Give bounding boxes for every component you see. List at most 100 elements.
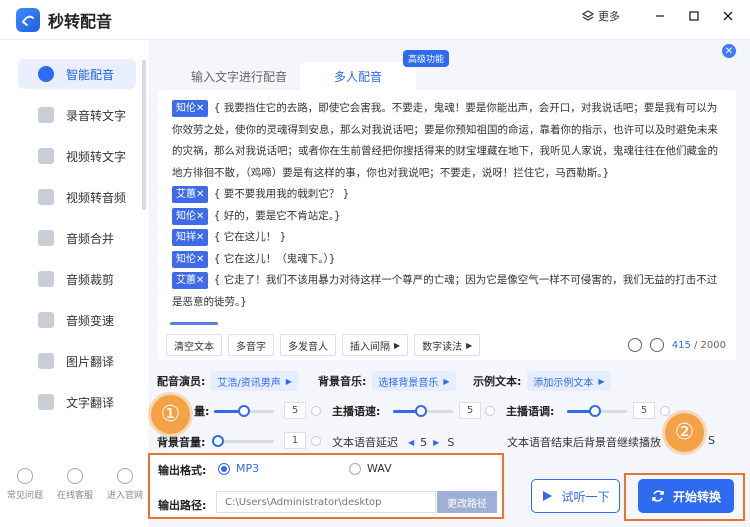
sidebar-item-label: 视频转文字 (66, 149, 127, 164)
official-site-link[interactable]: 进入官网 (107, 468, 143, 501)
sidebar-item-label: 图片翻译 (66, 354, 115, 369)
pitch-input[interactable]: 5 (633, 402, 655, 419)
close-panel-button[interactable]: ✕ (722, 44, 736, 58)
bg-volume-knob[interactable] (212, 435, 224, 447)
start-convert-button[interactable]: 开始转换 (638, 479, 734, 513)
maximize-button[interactable] (686, 8, 702, 24)
sidebar-bottom-links: 常见问题 在线客服 进入官网 (0, 468, 150, 501)
insert-pause-button[interactable]: 插入间隔 ▶ (342, 334, 409, 356)
format-mp3-option[interactable]: MP3 (218, 462, 259, 475)
bgm-value: 选择背景音乐 (378, 377, 439, 389)
tab-multi-voice[interactable]: 多人配音 (300, 62, 416, 90)
sample-select[interactable]: 添加示例文本 ▶ (527, 371, 611, 391)
speaker-tag[interactable]: 知伦✕ (172, 100, 209, 117)
sidebar-item-audio-cut[interactable]: 音频裁剪 (18, 264, 136, 294)
speed-input[interactable]: 5 (459, 402, 481, 419)
app-title: 秒转配音 (48, 11, 113, 31)
speed-knob[interactable] (415, 405, 427, 417)
mp3-label: MP3 (236, 462, 260, 475)
line-text: { 要不要我用我的戟刺它？ } (213, 188, 350, 200)
script-line: 艾蕙✕ { 它走了！我们不该用暴力对待这样一个尊严的亡魂；因为它是像空气一样不可… (172, 270, 724, 313)
format-wav-option[interactable]: WAV (349, 462, 392, 475)
line-text: { 好的，要是它不肯站定。} (213, 209, 341, 222)
more-button[interactable]: 更多 (582, 8, 620, 24)
line-text: { 我要挡住它的去路，即使它会害我。不要走，鬼魂！要是你能出声，会开口，对我说话… (172, 102, 718, 179)
change-path-button[interactable]: 更改路径 (437, 491, 497, 513)
voice-select[interactable]: 艾浩/资讯男声 ▶ (211, 371, 298, 391)
tool-label: 清空文本 (174, 341, 214, 353)
sidebar-item-video-to-audio[interactable]: 视频转音频 (18, 182, 136, 212)
sidebar-item-audio-speed[interactable]: 音频变速 (18, 305, 136, 335)
speaker-tag[interactable]: 知祥✕ (172, 229, 209, 246)
wav-radio[interactable] (349, 462, 361, 475)
volume-knob[interactable] (238, 405, 250, 417)
delay-increase-icon[interactable]: ▶ (433, 438, 439, 447)
more-label: 更多 (598, 10, 620, 23)
continue-setting: 文本语音结束后背景音继续播放 (507, 434, 661, 450)
sidebar-item-label: 音频变速 (66, 313, 115, 328)
close-window-button[interactable] (720, 8, 736, 24)
sidebar-item-smart-dubbing[interactable]: 智能配音 (18, 59, 136, 89)
online-service-link[interactable]: 在线客服 (57, 468, 93, 501)
official-site-label: 进入官网 (106, 491, 143, 501)
bgm-select[interactable]: 选择背景音乐 ▶ (372, 371, 456, 391)
trial-label: 试听一下 (561, 489, 610, 504)
tab-text-dubbing[interactable]: 输入文字进行配音 (178, 62, 300, 90)
mp3-radio[interactable] (218, 462, 230, 475)
delay-decrease-icon[interactable]: ◀ (408, 438, 414, 447)
multi-speaker-button[interactable]: 多发音人 (280, 334, 336, 356)
faq-link[interactable]: 常见问题 (7, 468, 43, 501)
script-line: 知伦✕ { 它在这儿！（鬼魂下。）} (172, 249, 724, 271)
pitch-slider[interactable] (567, 405, 627, 417)
char-count-max: / 2000 (690, 339, 726, 351)
clear-text-button[interactable]: 清空文本 (166, 334, 222, 356)
number-reading-button[interactable]: 数字读法 ▶ (414, 334, 481, 356)
delay-label: 文本语音延迟 (332, 436, 398, 449)
script-content[interactable]: 知伦✕ { 我要挡住它的去路，即使它会害我。不要走，鬼魂！要是你能出声，会开口，… (172, 98, 724, 313)
speed-icon (38, 312, 54, 328)
sidebar: 智能配音 录音转文字 视频转文字 视频转音频 音频合并 音频裁剪 音频变速 图片… (0, 40, 150, 527)
polyphone-button[interactable]: 多音字 (228, 334, 274, 356)
line-text: { 它走了！我们不该用暴力对待这样一个尊严的亡魂；因为它是像空气一样不可侵害的，… (172, 274, 718, 308)
volume-slider[interactable] (214, 405, 274, 417)
redo-icon[interactable] (649, 338, 664, 352)
speed-reset-icon[interactable] (485, 406, 495, 416)
volume-reset-icon[interactable] (311, 406, 321, 416)
sidebar-item-label: 音频裁剪 (66, 272, 115, 287)
pitch-reset-icon[interactable] (660, 406, 670, 416)
title-bar: 秒转配音 更多 (0, 0, 750, 40)
speaker-tag[interactable]: 艾蕙✕ (172, 186, 209, 203)
speaker-tag[interactable]: 知伦✕ (172, 207, 209, 225)
tool-label: 插入间隔 (350, 341, 390, 353)
script-line: 知祥✕ { 它在这儿！ } (172, 227, 724, 249)
output-path-input[interactable]: C:\Users\Administrator\desktop (216, 491, 436, 513)
bg-volume-input[interactable]: 1 (284, 432, 306, 449)
line-text: { 它在这儿！（鬼魂下。）} (213, 252, 336, 265)
volume-input[interactable]: 5 (284, 402, 306, 419)
sidebar-item-audio-merge[interactable]: 音频合并 (18, 223, 136, 253)
script-editor[interactable]: 知伦✕ { 我要挡住它的去路，即使它会害我。不要走，鬼魂！要是你能出声，会开口，… (158, 90, 736, 360)
sidebar-item-image-translate[interactable]: 图片翻译 (18, 346, 136, 376)
undo-icon[interactable] (627, 338, 642, 352)
faq-label: 常见问题 (6, 491, 43, 501)
minimize-button[interactable] (652, 8, 668, 24)
speaker-tag[interactable]: 艾蕙✕ (172, 272, 209, 289)
trial-listen-button[interactable]: 试听一下 (531, 479, 620, 513)
volume-label: 量: (194, 405, 210, 418)
bg-volume-slider[interactable] (212, 435, 274, 447)
sidebar-item-video-to-text[interactable]: 视频转文字 (18, 141, 136, 171)
speed-slider[interactable] (393, 405, 453, 417)
voice-label: 配音演员: (157, 375, 206, 388)
path-setting: 输出路径: (158, 497, 212, 513)
bg-volume-reset-icon[interactable] (311, 436, 321, 446)
sidebar-item-record-to-text[interactable]: 录音转文字 (18, 100, 136, 130)
sidebar-scrollbar[interactable] (142, 60, 146, 210)
pitch-knob[interactable] (589, 405, 601, 417)
editor-toolbar: 清空文本 多音字 多发音人 插入间隔 ▶ 数字读法 ▶ (166, 334, 481, 356)
sidebar-item-text-translate[interactable]: 文字翻译 (18, 387, 136, 417)
editor-scrollbar[interactable] (170, 322, 218, 325)
speaker-tag[interactable]: 知伦✕ (172, 250, 209, 268)
line-text: { 它在这儿！ } (213, 231, 287, 243)
delay-setting: 文本语音延迟 ◀ 5 ▶ S (332, 434, 454, 450)
bg-volume-setting: 背景音量: (157, 434, 211, 450)
